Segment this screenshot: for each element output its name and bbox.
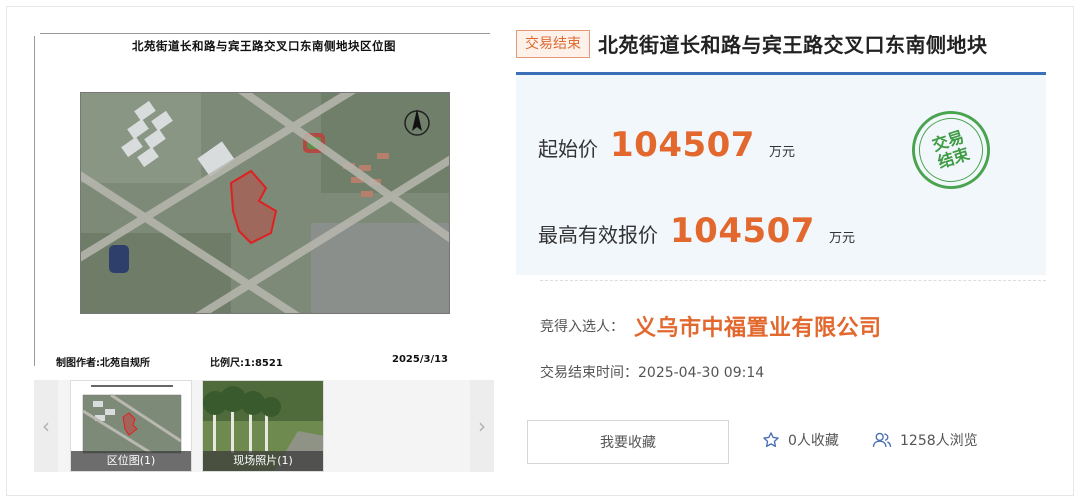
winner-label: 竞得入选人： — [540, 319, 624, 335]
map-author: 制图作者:北苑自规所 — [56, 358, 150, 369]
satellite-map-graphic — [81, 93, 449, 313]
winner-row: 竞得入选人： 义乌市中福置业有限公司 — [540, 310, 882, 342]
divider — [540, 280, 1046, 281]
thumbnail-location-map[interactable]: 区位图(1) — [70, 380, 192, 472]
document-top-rule — [40, 33, 490, 34]
end-time-value: 2025-04-30 09:14 — [638, 365, 765, 381]
favorites-count: 0人收藏 — [788, 433, 839, 449]
map-scale: 比例尺:1:8521 — [210, 358, 283, 369]
map-date: 2025/3/13 — [392, 354, 449, 365]
end-time-row: 交易结束时间：2025-04-30 09:14 — [540, 362, 764, 382]
starting-price-label: 起始价 — [538, 137, 598, 161]
views-count: 1258人浏览 — [900, 433, 978, 449]
status-badge: 交易结束 — [516, 30, 590, 58]
favorites-stat[interactable]: 0人收藏 — [762, 430, 839, 450]
highest-bid-row: 最高有效报价 104507 万元 — [538, 211, 855, 251]
transaction-ended-stamp: 交易 结束 — [901, 100, 1001, 200]
highest-bid-label: 最高有效报价 — [538, 223, 658, 247]
thumbnail-caption: 区位图(1) — [71, 451, 191, 471]
satellite-map-image[interactable] — [80, 92, 450, 314]
chevron-left-icon[interactable]: ‹ — [34, 380, 58, 472]
map-title: 北苑街道长和路与宾王路交叉口东南侧地块区位图 — [132, 39, 396, 53]
document-left-rule — [34, 36, 35, 366]
end-time-label: 交易结束时间： — [540, 365, 638, 381]
thumbnail-caption: 现场照片(1) — [203, 451, 323, 471]
highest-bid-unit: 万元 — [828, 231, 855, 246]
users-icon — [872, 432, 892, 447]
starting-price-unit: 万元 — [768, 145, 795, 160]
highest-bid-value: 104507 — [670, 211, 815, 251]
location-map-document: 北苑街道长和路与宾王路交叉口东南侧地块区位图 制图作者:北苑自规所 比例尺:1:… — [34, 28, 494, 370]
price-panel: 起始价 104507 万元 最高有效报价 104507 万元 交易 结束 — [516, 75, 1046, 275]
stamp-text: 交易 结束 — [910, 109, 992, 191]
winner-name: 义乌市中福置业有限公司 — [634, 316, 882, 341]
starting-price-row: 起始价 104507 万元 — [538, 125, 795, 165]
chevron-right-icon[interactable]: › — [470, 380, 494, 472]
favorite-button[interactable]: 我要收藏 — [527, 420, 729, 464]
thumbnail-site-photo[interactable]: 现场照片(1) — [202, 380, 324, 472]
starting-price-value: 104507 — [610, 125, 755, 165]
views-stat: 1258人浏览 — [872, 430, 978, 450]
page-title: 北苑街道长和路与宾王路交叉口东南侧地块 — [598, 33, 988, 57]
star-icon — [763, 432, 779, 448]
thumbnail-carousel: ‹ 区位图(1) 现场照片(1) › — [34, 380, 494, 472]
